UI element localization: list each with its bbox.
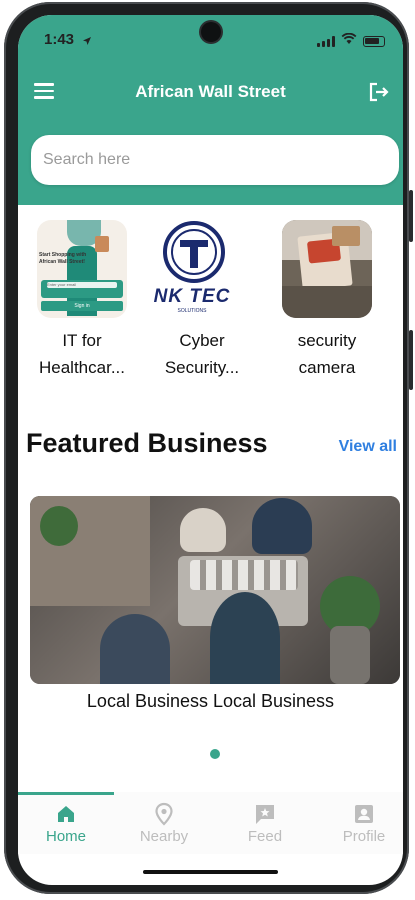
nav-label-nearby: Nearby — [139, 828, 189, 845]
category-label: IT for Healthcar... — [18, 327, 146, 381]
category-thumbnail — [282, 220, 372, 318]
category-label-line2: camera — [298, 358, 356, 377]
front-camera — [201, 22, 221, 42]
battery-icon — [363, 35, 385, 47]
thumb-line1: Start Shopping with — [39, 252, 87, 258]
status-time: 1:43 — [44, 31, 75, 48]
location-pin-icon — [116, 800, 212, 828]
thumb-field: Enter your email — [47, 282, 117, 288]
app-title: African Wall Street — [135, 82, 286, 101]
location-arrow-icon — [82, 33, 92, 51]
nav-item-home[interactable]: Home — [18, 800, 114, 845]
featured-caption: Local Business Local Business — [86, 691, 335, 711]
category-label-line1: IT for — [62, 331, 102, 350]
brand-logo — [162, 220, 226, 289]
nav-label-home: Home — [45, 828, 86, 845]
home-icon — [18, 800, 114, 828]
cellular-signal-icon — [317, 35, 335, 47]
carousel-page-dot[interactable] — [210, 749, 220, 759]
bottom-nav: Home Nearby Feed Profile — [18, 792, 403, 854]
category-carousel: Start Shopping with African Wall Street!… — [18, 220, 403, 390]
home-indicator — [143, 870, 278, 874]
nav-label-profile: Profile — [342, 828, 386, 845]
featured-business-image[interactable] — [30, 496, 400, 684]
category-label-line1: security — [297, 331, 357, 350]
profile-icon — [316, 800, 403, 828]
volume-button — [409, 190, 413, 242]
nav-label-feed: Feed — [247, 828, 283, 845]
nav-item-feed[interactable]: Feed — [217, 800, 313, 845]
thumb-line2: African Wall Street! — [39, 259, 85, 265]
wifi-icon — [341, 32, 357, 50]
status-bar: 1:43 — [18, 15, 403, 61]
nav-item-nearby[interactable]: Nearby — [116, 800, 212, 845]
app-screen: 1:43 African Wall Street Search here Sta… — [18, 15, 403, 885]
brand-name: NK TEC — [153, 286, 231, 307]
category-label-line2: Security... — [164, 358, 240, 377]
category-label: Cyber Security... — [138, 327, 266, 381]
feed-icon — [217, 800, 313, 828]
search-placeholder: Search here — [43, 151, 131, 168]
phone-frame: 1:43 African Wall Street Search here Sta… — [4, 2, 409, 894]
app-header: African Wall Street — [18, 75, 403, 111]
power-button — [409, 330, 413, 390]
logout-icon[interactable] — [367, 80, 391, 109]
active-tab-indicator — [18, 792, 114, 795]
category-thumbnail: NK TEC SOLUTIONS — [142, 220, 242, 318]
brand-sub: SOLUTIONS — [177, 308, 207, 314]
category-label-line2: Healthcar... — [39, 358, 125, 377]
category-thumbnail: Start Shopping with African Wall Street!… — [37, 220, 127, 318]
category-label: security camera — [263, 327, 391, 381]
thumb-button: Sign in — [41, 301, 123, 311]
featured-title: Featured Business — [26, 428, 268, 458]
nav-item-profile[interactable]: Profile — [316, 800, 403, 845]
search-input[interactable]: Search here — [31, 135, 399, 185]
category-label-line1: Cyber — [179, 331, 225, 350]
view-all-link[interactable]: View all — [339, 438, 397, 456]
